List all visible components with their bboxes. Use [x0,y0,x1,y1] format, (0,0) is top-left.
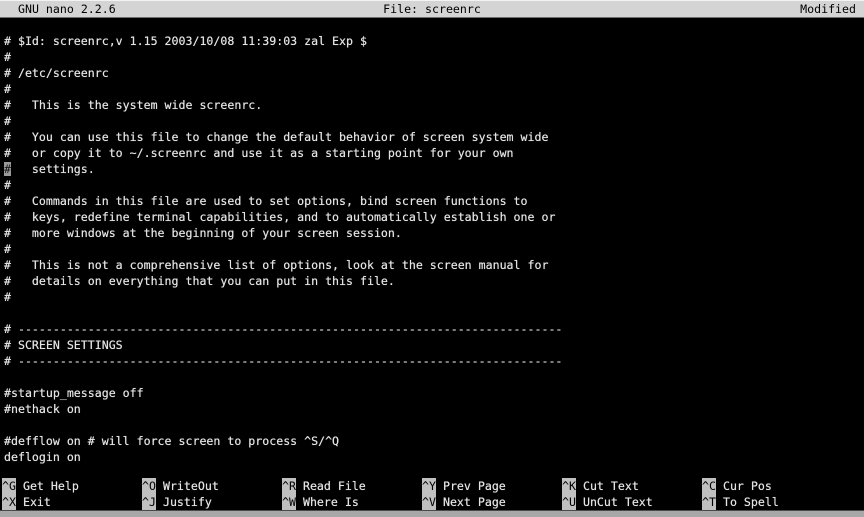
editor-line: # --------------------------------------… [4,353,864,369]
shortcut-key: ^O [142,478,156,494]
menu-item-get-help: ^G Get Help [2,478,79,494]
menu-item-writeout: ^O WriteOut [142,478,219,494]
shortcut-label: To Spell [723,495,779,509]
editor-line: #defflow on # will force screen to proce… [4,433,864,449]
editor-line: # [4,177,864,193]
shortcut-key: ^Y [422,478,436,494]
shortcut-label: UnCut Text [583,495,653,509]
menu-item-next-page: ^V Next Page [422,494,506,510]
menu-item-cut-text: ^K Cut Text [562,478,639,494]
shortcut-key: ^R [282,478,296,494]
shortcut-key: ^V [422,494,436,510]
menu-item-cur-pos: ^C Cur Pos [702,478,772,494]
menu-item-uncut-text: ^U UnCut Text [562,494,653,510]
window-bottom-edge [0,510,864,517]
shortcut-label: Where Is [303,495,359,509]
editor-line [4,417,864,433]
editor-line: # /etc/screenrc [4,65,864,81]
editor-line: # [4,289,864,305]
shortcut-label: Get Help [23,479,79,493]
menu-item-justify: ^J Justify [142,494,212,510]
editor-line: # [4,113,864,129]
editor-line: deflogin on [4,449,864,465]
editor-line: # [4,241,864,257]
shortcut-key: ^W [282,494,296,510]
shortcut-key: ^T [702,494,716,510]
editor-line: # Commands in this file are used to set … [4,193,864,209]
shortcut-menu-row: ^X Exit ^J Justify ^W Where Is ^V Next Page ^U Un… [0,494,864,510]
editor-line: #startup_message off [4,385,864,401]
menu-item-read-file: ^R Read File [282,478,366,494]
shortcut-label: Next Page [443,495,506,509]
text-cursor: # [4,162,11,176]
shortcut-key: ^C [702,478,716,494]
editor-text-area[interactable]: # $Id: screenrc,v 1.15 2003/10/08 11:39:… [4,33,864,465]
shortcut-menu: ^G Get Help ^O WriteOut ^R Read File ^Y Prev Pa… [0,478,864,510]
editor-line: # This is the system wide screenrc. [4,97,864,113]
editor-line: # settings. [4,161,864,177]
shortcut-key: ^U [562,494,576,510]
editor-line: # $Id: screenrc,v 1.15 2003/10/08 11:39:… [4,33,864,49]
shortcut-menu-row: ^G Get Help ^O WriteOut ^R Read File ^Y Prev Pa… [0,478,864,494]
shortcut-key: ^K [562,478,576,494]
file-name-label: File: screenrc [0,1,864,17]
shortcut-label: Exit [23,495,51,509]
shortcut-label: Read File [303,479,366,493]
editor-line [4,305,864,321]
shortcut-key: ^X [2,494,16,510]
shortcut-label: WriteOut [163,479,219,493]
shortcut-key: ^G [2,478,16,494]
nano-terminal-window: GNU nano 2.2.6 File: screenrc Modified #… [0,0,864,517]
editor-line: # You can use this file to change the de… [4,129,864,145]
shortcut-label: Cur Pos [723,479,772,493]
editor-line: # [4,81,864,97]
modified-badge: Modified [800,1,856,17]
editor-line [4,369,864,385]
editor-line: # more windows at the beginning of your … [4,225,864,241]
editor-line: # SCREEN SETTINGS [4,337,864,353]
editor-line: #nethack on [4,401,864,417]
editor-line: # details on everything that you can put… [4,273,864,289]
editor-line: # or copy it to ~/.screenrc and use it a… [4,145,864,161]
shortcut-label: Prev Page [443,479,506,493]
editor-line: # --------------------------------------… [4,321,864,337]
menu-item-to-spell: ^T To Spell [702,494,779,510]
shortcut-key: ^J [142,494,156,510]
shortcut-label: Justify [163,495,212,509]
editor-line: # keys, redefine terminal capabilities, … [4,209,864,225]
nano-titlebar: GNU nano 2.2.6 File: screenrc Modified [0,0,864,18]
editor-line: # [4,49,864,65]
shortcut-label: Cut Text [583,479,639,493]
editor-line: # This is not a comprehensive list of op… [4,257,864,273]
menu-item-prev-page: ^Y Prev Page [422,478,506,494]
menu-item-where-is: ^W Where Is [282,494,359,510]
menu-item-exit: ^X Exit [2,494,51,510]
